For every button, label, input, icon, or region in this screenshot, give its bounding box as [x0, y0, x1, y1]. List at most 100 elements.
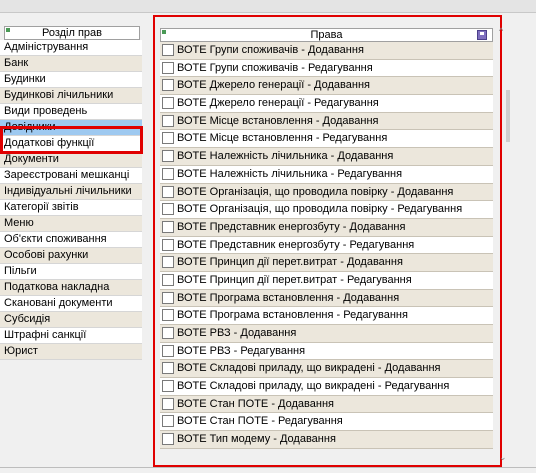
category-item[interactable]: Зареєстровані мешканці — [0, 168, 142, 184]
top-toolbar-strip — [0, 0, 536, 13]
right-checkbox[interactable] — [162, 79, 174, 92]
right-row: ВОТЕ Групи споживачів - Додавання — [160, 42, 493, 60]
right-row: ВОТЕ Програма встановлення - Додавання — [160, 289, 493, 308]
right-label: ВОТЕ Стан ПОТЕ - Редагування — [177, 415, 343, 428]
rights-list-header: Права — [160, 28, 493, 42]
right-row: ВОТЕ Належність лічильника - Додавання — [160, 148, 493, 166]
right-row: ВОТЕ Організація, що проводила повірку -… — [160, 183, 493, 202]
category-item[interactable]: Види проведень — [0, 104, 142, 120]
category-item[interactable]: Податкова накладна — [0, 280, 142, 296]
right-label: ВОТЕ Місце встановлення - Редагування — [177, 132, 388, 145]
right-label: ВОТЕ Джерело генерації - Редагування — [177, 97, 379, 110]
right-row: ВОТЕ Принцип дії перет.витрат - Редагува… — [160, 271, 493, 290]
right-checkbox[interactable] — [162, 203, 174, 216]
right-checkbox[interactable] — [162, 344, 174, 357]
right-row: ВОТЕ Складові приладу, що викрадені - Ре… — [160, 378, 493, 396]
right-label: ВОТЕ Складові приладу, що викрадені - Ре… — [177, 380, 450, 393]
right-checkbox[interactable] — [162, 309, 174, 322]
category-item[interactable]: Категорії звітів — [0, 200, 142, 216]
category-item[interactable]: Будинки — [0, 72, 142, 88]
right-row: ВОТЕ Джерело генерації - Редагування — [160, 95, 493, 113]
right-row: ВОТЕ Групи споживачів - Редагування — [160, 59, 493, 78]
right-label: ВОТЕ РВЗ - Додавання — [177, 327, 297, 339]
right-row: ВОТЕ РВЗ - Редагування — [160, 342, 493, 361]
right-checkbox[interactable] — [162, 238, 174, 251]
right-checkbox[interactable] — [162, 433, 174, 446]
right-row: ВОТЕ Належність лічильника - Редагування — [160, 165, 493, 184]
right-label: ВОТЕ Організація, що проводила повірку -… — [177, 203, 463, 216]
right-label: ВОТЕ Складові приладу, що викрадені - До… — [177, 362, 441, 375]
right-checkbox[interactable] — [162, 150, 174, 163]
right-label: ВОТЕ Місце встановлення - Додавання — [177, 114, 379, 127]
right-checkbox[interactable] — [162, 362, 174, 375]
right-row: ВОТЕ Організація, що проводила повірку -… — [160, 201, 493, 219]
category-item[interactable]: Будинкові лічильники — [0, 88, 142, 104]
category-item[interactable]: Документи — [0, 152, 142, 168]
right-row: ВОТЕ Місце встановлення - Редагування — [160, 130, 493, 149]
right-checkbox[interactable] — [162, 273, 174, 286]
right-checkbox[interactable] — [162, 167, 174, 180]
right-row: ВОТЕ Представник енергозбуту - Редагуван… — [160, 236, 493, 255]
category-item[interactable]: Індивідуальні лічильники — [0, 184, 142, 200]
right-label: ВОТЕ Програма встановлення - Редагування — [177, 309, 408, 322]
right-label: ВОТЕ Тип модему - Додавання — [177, 433, 336, 446]
right-checkbox[interactable] — [162, 114, 174, 127]
right-checkbox[interactable] — [162, 220, 174, 233]
category-item[interactable]: Штрафні санкції — [0, 328, 142, 344]
right-label: ВОТЕ Принцип дії перет.витрат - Додаванн… — [177, 256, 403, 269]
bottom-divider — [0, 467, 536, 473]
category-item[interactable]: Об'єкти споживання — [0, 232, 142, 248]
right-checkbox[interactable] — [162, 397, 174, 410]
right-checkbox[interactable] — [162, 380, 174, 393]
right-checkbox[interactable] — [162, 185, 174, 198]
category-item[interactable]: Скановані документи — [0, 296, 142, 312]
rights-list: ВОТЕ Групи споживачів - Додавання ВОТЕ Гр… — [160, 42, 493, 449]
category-list: Адміністрування Банк Будинки Будинкові лічи… — [0, 40, 142, 360]
category-item[interactable]: Банк — [0, 56, 142, 72]
scrollbar-thumb[interactable] — [506, 90, 510, 142]
right-label: ВОТЕ Джерело генерації - Додавання — [177, 79, 370, 92]
chevron-up-icon[interactable]: ^ — [499, 26, 503, 36]
category-item[interactable]: Пільги — [0, 264, 142, 280]
right-label: ВОТЕ РВЗ - Редагування — [177, 344, 306, 357]
right-checkbox[interactable] — [162, 256, 174, 269]
category-item[interactable]: Меню — [0, 216, 142, 232]
right-label: ВОТЕ Принцип дії перет.витрат - Редагува… — [177, 273, 412, 286]
right-row: ВОТЕ Стан ПОТЕ - Редагування — [160, 413, 493, 432]
right-label: ВОТЕ Групи споживачів - Редагування — [177, 61, 373, 74]
right-checkbox[interactable] — [162, 61, 174, 74]
right-row: ВОТЕ Представник енергозбуту - Додавання — [160, 218, 493, 237]
right-label: ВОТЕ Належність лічильника - Додавання — [177, 150, 394, 163]
category-header-label: Розділ прав — [41, 27, 103, 39]
category-item[interactable]: Адміністрування — [0, 40, 142, 56]
chevron-down-icon[interactable]: ⌄ — [499, 452, 507, 463]
right-row: ВОТЕ Програма встановлення - Редагування — [160, 307, 493, 325]
right-row: ВОТЕ Стан ПОТЕ - Додавання — [160, 395, 493, 414]
right-row: ВОТЕ Тип модему - Додавання — [160, 431, 493, 449]
right-checkbox[interactable] — [162, 327, 174, 339]
right-row: ВОТЕ Складові приладу, що викрадені - До… — [160, 360, 493, 379]
right-row: ВОТЕ Джерело генерації - Додавання — [160, 77, 493, 96]
rights-header-label: Права — [310, 29, 343, 41]
category-item[interactable]: Додаткові функції — [0, 136, 142, 152]
right-checkbox[interactable] — [162, 44, 174, 56]
right-row: ВОТЕ Місце встановлення - Додавання — [160, 112, 493, 131]
right-label: ВОТЕ Програма встановлення - Додавання — [177, 291, 400, 304]
category-item[interactable]: Юрист — [0, 344, 142, 360]
right-label: ВОТЕ Належність лічильника - Редагування — [177, 167, 403, 180]
category-item[interactable]: Особові рахунки — [0, 248, 142, 264]
right-row: ВОТЕ Принцип дії перет.витрат - Додаванн… — [160, 254, 493, 272]
right-checkbox[interactable] — [162, 97, 174, 110]
right-label: ВОТЕ Організація, що проводила повірку -… — [177, 185, 454, 198]
right-checkbox[interactable] — [162, 415, 174, 428]
save-icon[interactable] — [477, 30, 487, 40]
right-checkbox[interactable] — [162, 132, 174, 145]
category-list-header: Розділ прав — [4, 26, 140, 40]
right-label: ВОТЕ Групи споживачів - Додавання — [177, 44, 364, 56]
right-label: ВОТЕ Представник енергозбуту - Додавання — [177, 220, 406, 233]
right-checkbox[interactable] — [162, 291, 174, 304]
category-item[interactable]: Довідники — [0, 120, 142, 136]
category-item[interactable]: Субсидія — [0, 312, 142, 328]
right-row: ВОТЕ РВЗ - Додавання — [160, 325, 493, 343]
right-label: ВОТЕ Стан ПОТЕ - Додавання — [177, 397, 334, 410]
